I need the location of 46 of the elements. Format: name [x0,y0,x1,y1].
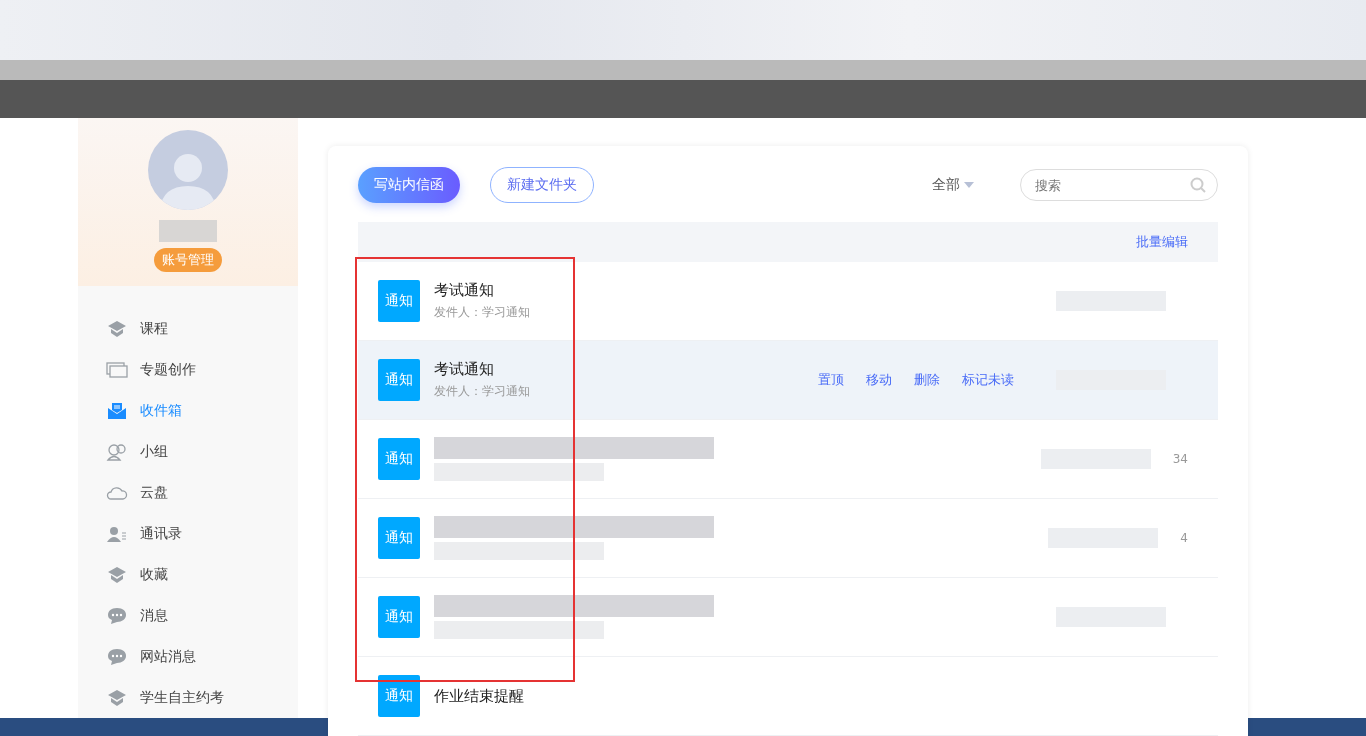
chat-bubble-icon [106,606,128,625]
sidebar-item[interactable]: 消息 [106,595,298,636]
caret-icon[interactable] [964,181,974,189]
sidebar-item[interactable]: 专题创作 [106,349,298,390]
message-time: 34 [1172,452,1188,466]
row-action-link[interactable]: 置顶 [818,371,844,389]
sidebar-item[interactable]: 云盘 [106,472,298,513]
notice-badge: 通知 [378,596,420,638]
sidebar-item[interactable]: 课程 [106,308,298,349]
batch-edit-link[interactable]: 批量编辑 [1136,233,1188,251]
message-title: 考试通知 [434,360,495,379]
graduation-cap-icon [106,319,128,338]
row-action-link[interactable]: 移动 [866,371,892,389]
notice-badge: 通知 [378,675,420,717]
message-title: 考试通知 [434,281,495,300]
sidebar-item[interactable]: 小组 [106,431,298,472]
row-action-link[interactable]: 删除 [914,371,940,389]
filter-dropdown[interactable]: 全部 [932,176,974,194]
windows-icon [106,361,128,378]
sidebar-item[interactable]: 收藏 [106,554,298,595]
chat-bubble-icon [106,647,128,666]
sidebar-item[interactable]: 学生自主约考 [106,677,298,718]
row-action-link[interactable]: 标记未读 [962,371,1014,389]
message-sender: 发件人：学习通知 [434,383,531,400]
message-sender: 发件人：学习通知 [434,304,531,321]
message-title: 作业结束提醒 [434,686,525,706]
search-icon[interactable] [1190,177,1206,193]
graduation-cap-icon [106,565,128,584]
notice-badge: 通知 [378,438,420,480]
notice-badge: 通知 [378,359,420,401]
graduation-cap-icon [106,688,128,707]
new-folder-button[interactable]: 新建文件夹 [490,167,594,203]
cloud-icon [106,485,128,500]
sidebar-item[interactable]: 通讯录 [106,513,298,554]
redacted-name [159,220,217,242]
message-row[interactable]: 通知 考试通知 发件人：学习通知 置顶 移动 删除 标记未读 [358,341,1218,420]
group-icon [106,442,128,461]
message-time: 4 [1180,531,1188,545]
compose-button[interactable]: 写站内信函 [358,167,460,203]
search-field[interactable]: 搜索 [1020,169,1218,201]
notice-badge: 通知 [378,517,420,559]
sidebar-item[interactable]: 网站消息 [106,636,298,677]
contact-icon [106,525,128,542]
notice-badge: 通知 [378,280,420,322]
mail-icon [106,401,128,420]
message-row[interactable]: 通知 作业结束提醒 [358,657,1218,736]
